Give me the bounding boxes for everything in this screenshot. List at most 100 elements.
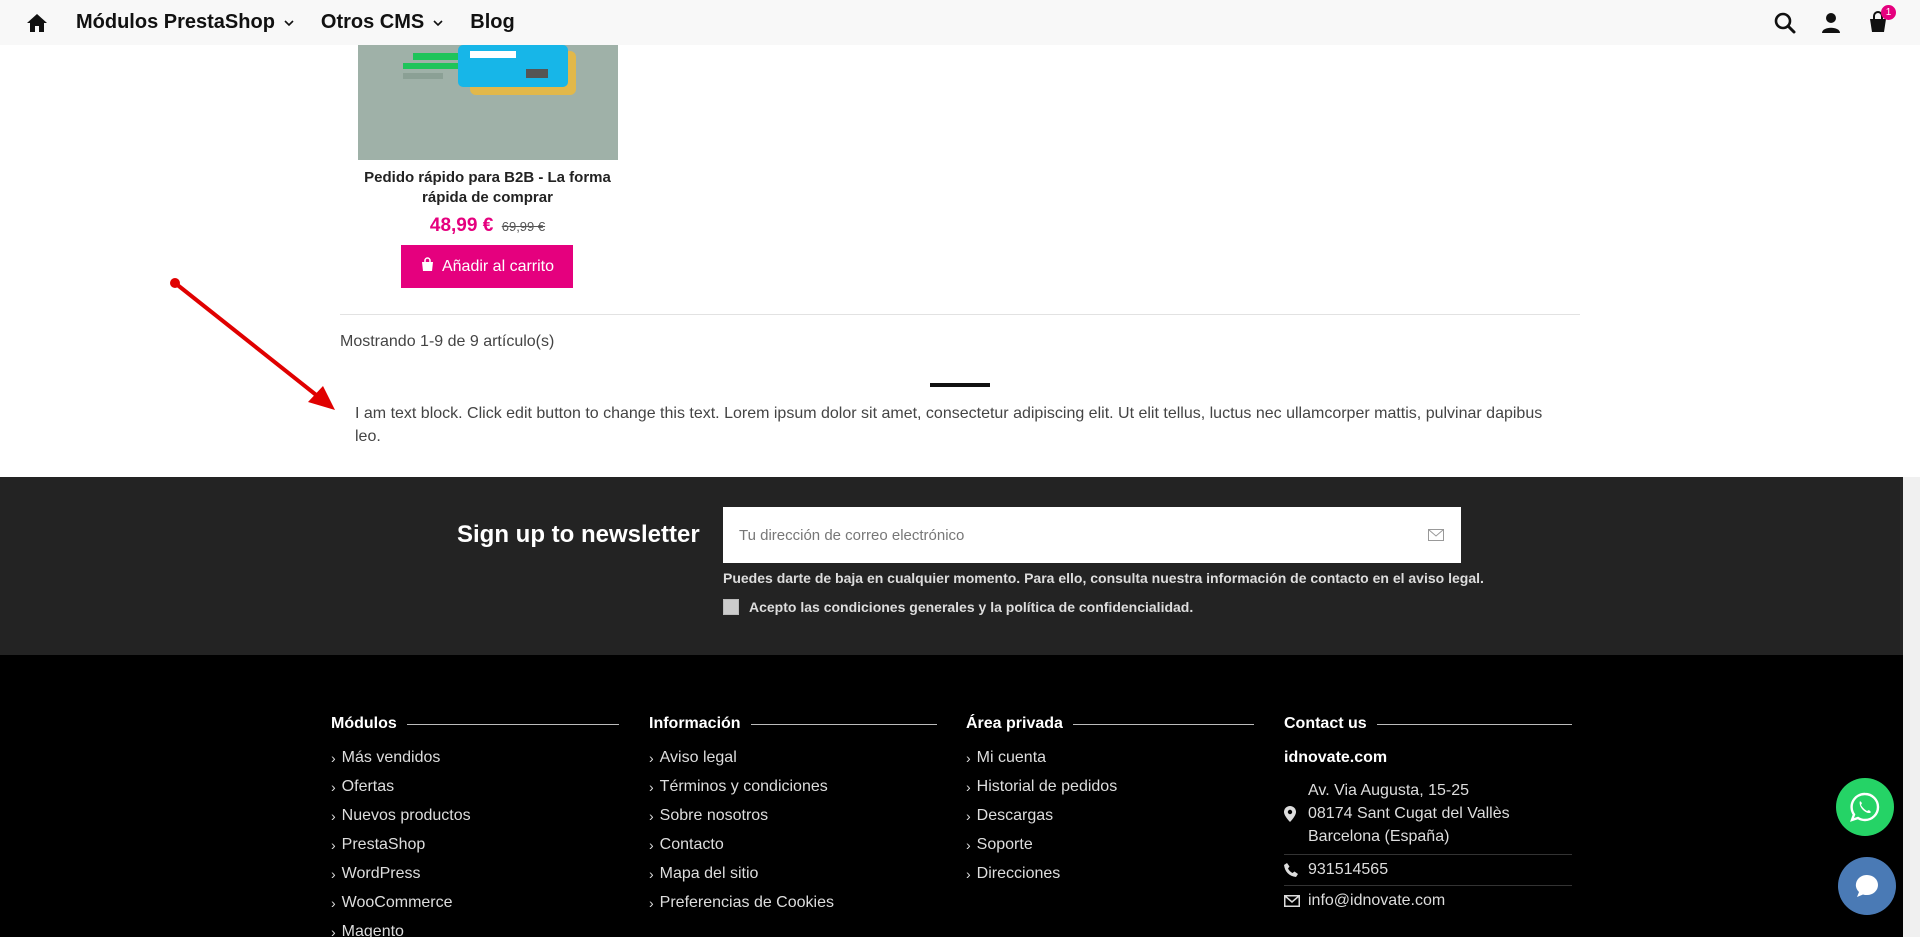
footer-link[interactable]: › Ofertas [331, 772, 619, 801]
column-title-text: Módulos [331, 715, 397, 732]
footer-link[interactable]: › Magento [331, 917, 619, 937]
chevron-right-icon: › [966, 865, 971, 882]
footer-column-modulos: Módulos › Más vendidos › Ofertas › Nuevos p… [331, 715, 619, 937]
link-text: Más vendidos [341, 748, 441, 766]
contact-email[interactable]: info@idnovate.com [1284, 886, 1572, 916]
footer-column-contact: Contact us idnovate.com Av. Via Augusta,… [1284, 715, 1572, 916]
chevron-right-icon: › [331, 778, 336, 795]
footer-column-title: Información [649, 715, 937, 733]
chevron-right-icon: › [331, 836, 336, 853]
footer-link[interactable]: › Direcciones [966, 859, 1254, 888]
pagination-summary: Mostrando 1-9 de 9 artículo(s) [340, 333, 555, 350]
link-text: Soporte [976, 835, 1033, 853]
link-text: WordPress [341, 864, 421, 882]
link-text: Ofertas [341, 777, 395, 795]
link-text: Contacto [659, 835, 724, 853]
text-block: I am text block. Click edit button to ch… [355, 405, 1543, 445]
footer-link[interactable]: › Términos y condiciones [649, 772, 937, 801]
whatsapp-button[interactable] [1836, 778, 1894, 836]
link-text: Historial de pedidos [976, 777, 1118, 795]
product-title[interactable]: Pedido rápido para B2B - La forma rápida… [350, 168, 625, 208]
contact-phone[interactable]: 931514565 [1284, 855, 1572, 886]
footer-link-list: › Más vendidos › Ofertas › Nuevos productos… [331, 743, 619, 937]
nav-otros-cms[interactable]: Otros CMS [321, 11, 444, 34]
footer-link[interactable]: › PrestaShop [331, 830, 619, 859]
site-footer: Módulos › Más vendidos › Ofertas › Nuevos p… [0, 655, 1903, 937]
link-text: Mi cuenta [976, 748, 1047, 766]
listing-divider [340, 314, 1580, 315]
phone-text: 931514565 [1308, 861, 1389, 878]
column-title-text: Área privada [966, 715, 1063, 732]
link-text: Direcciones [976, 864, 1061, 882]
footer-column-area-privada: Área privada › Mi cuenta › Historial de pe… [966, 715, 1254, 888]
cart-icon[interactable]: 1 [1864, 4, 1896, 36]
column-title-text: Contact us [1284, 715, 1367, 732]
chevron-right-icon: › [649, 778, 654, 795]
footer-link[interactable]: › WooCommerce [331, 888, 619, 917]
footer-link-list: › Aviso legal › Términos y condiciones › So… [649, 743, 937, 917]
footer-column-informacion: Información › Aviso legal › Términos y con… [649, 715, 937, 917]
footer-link[interactable]: › Soporte [966, 830, 1254, 859]
link-text: Magento [341, 922, 404, 937]
cart-count-badge: 1 [1881, 4, 1896, 20]
header-actions: 1 [1772, 0, 1896, 45]
current-price: 48,99 € [429, 215, 494, 236]
footer-link[interactable]: › Mi cuenta [966, 743, 1254, 772]
link-text: Sobre nosotros [659, 806, 769, 824]
email-text: info@idnovate.com [1308, 892, 1446, 909]
chevron-right-icon: › [966, 807, 971, 824]
address-line: Barcelona (España) [1308, 828, 1450, 845]
link-text: WooCommerce [341, 893, 453, 911]
old-price: 69,99 € [501, 219, 546, 234]
newsletter-email-input[interactable] [723, 507, 1411, 563]
footer-link[interactable]: › Nuevos productos [331, 801, 619, 830]
chevron-down-icon [432, 17, 444, 29]
chevron-right-icon: › [331, 865, 336, 882]
nav-modulos-prestashop[interactable]: Módulos PrestaShop [76, 11, 295, 34]
add-to-cart-button[interactable]: Añadir al carrito [401, 245, 573, 288]
envelope-icon [1284, 895, 1308, 907]
footer-link-list: › Mi cuenta › Historial de pedidos › Descar… [966, 743, 1254, 888]
product-price: 48,99 € 69,99 € [350, 215, 625, 237]
main-nav: Módulos PrestaShop Otros CMS Blog [26, 0, 541, 45]
footer-link[interactable]: › Contacto [649, 830, 937, 859]
footer-link[interactable]: › Sobre nosotros [649, 801, 937, 830]
top-header: Módulos PrestaShop Otros CMS Blog 1 [0, 0, 1920, 45]
footer-link[interactable]: › Descargas [966, 801, 1254, 830]
annotation-arrow-icon [170, 278, 335, 410]
address-line: Av. Via Augusta, 15-25 [1308, 782, 1470, 799]
nav-blog[interactable]: Blog [470, 11, 514, 34]
newsletter-note: Puedes darte de baja en cualquier moment… [723, 570, 1484, 586]
search-icon[interactable] [1772, 10, 1798, 36]
chevron-right-icon: › [649, 865, 654, 882]
chevron-right-icon: › [966, 836, 971, 853]
nav-label: Otros CMS [320, 11, 425, 33]
chevron-right-icon: › [649, 807, 654, 824]
product-image[interactable] [358, 45, 618, 160]
nav-label: Módulos PrestaShop [76, 11, 275, 33]
newsletter-title: Sign up to newsletter [457, 521, 700, 548]
chat-button[interactable] [1838, 857, 1896, 915]
column-title-text: Información [649, 715, 741, 732]
chevron-right-icon: › [331, 923, 336, 937]
chevron-right-icon: › [649, 894, 654, 911]
consent-row: Acepto las condiciones generales y la po… [723, 599, 1193, 615]
nav-label: Blog [470, 11, 515, 33]
footer-column-title: Contact us [1284, 715, 1572, 733]
home-icon[interactable] [26, 12, 48, 34]
envelope-icon[interactable] [1411, 507, 1461, 563]
chat-bubble-icon [1855, 874, 1878, 897]
footer-link[interactable]: › Aviso legal [649, 743, 937, 772]
map-pin-icon [1284, 805, 1308, 822]
footer-link[interactable]: › Más vendidos [331, 743, 619, 772]
user-icon[interactable] [1818, 10, 1844, 36]
footer-link[interactable]: › Historial de pedidos [966, 772, 1254, 801]
title-line [406, 723, 619, 725]
contact-address: Av. Via Augusta, 15-25 08174 Sant Cugat … [1284, 773, 1572, 855]
phone-icon [1284, 863, 1308, 877]
footer-link[interactable]: › WordPress [331, 859, 619, 888]
chevron-right-icon: › [331, 894, 336, 911]
footer-link[interactable]: › Preferencias de Cookies [649, 888, 937, 917]
footer-link[interactable]: › Mapa del sitio [649, 859, 937, 888]
consent-checkbox[interactable] [723, 599, 739, 615]
